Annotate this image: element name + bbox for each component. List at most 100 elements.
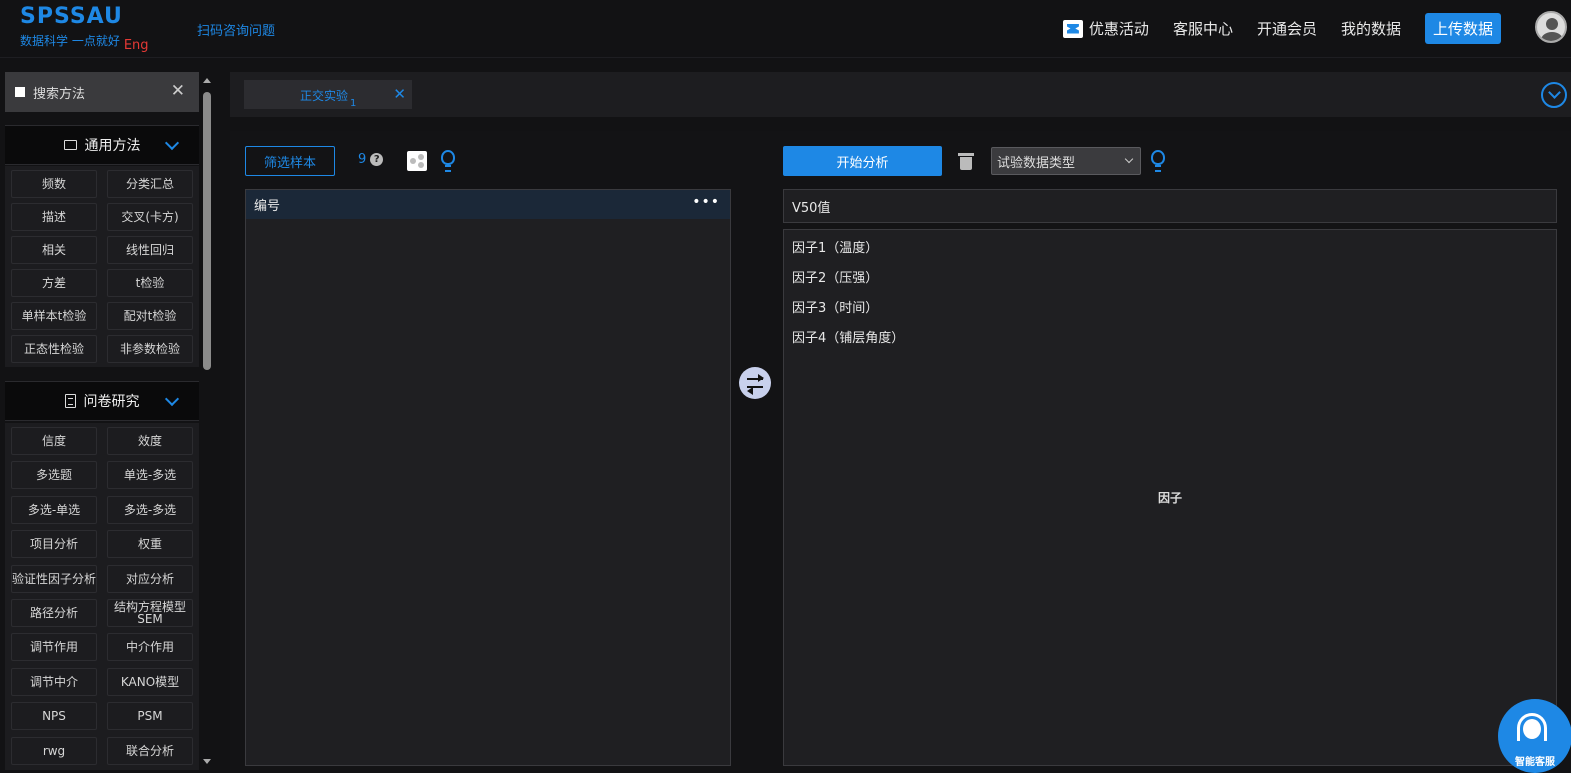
method-button[interactable]: rwg [11,736,97,765]
scan-consult-link[interactable]: 扫码咨询问题 [197,20,275,39]
logo-tagline: 数据科学 一点就好 Eng [20,32,149,53]
factor-item[interactable]: 因子4（铺层角度） [784,321,1556,351]
factor-list: 因子1（温度） 因子2（压强） 因子3（时间） 因子4（铺层角度） [784,230,1556,351]
lightbulb-icon[interactable] [441,150,455,172]
method-button[interactable]: 项目分析 [11,530,97,559]
support-face-icon [1523,719,1541,739]
method-button[interactable]: 路径分析 [11,598,97,627]
sidebar-scrollbar[interactable] [202,72,212,768]
tab-orthogonal-experiment[interactable]: 正交实验 1 ✕ [244,80,412,109]
nav-membership[interactable]: 开通会员 [1257,18,1317,39]
method-button[interactable]: 相关 [11,236,97,264]
nav-promo-label: 优惠活动 [1088,20,1149,38]
general-methods-grid: 频数 分类汇总 描述 交叉(卡方) 相关 线性回归 方差 t检验 单样本t检验 … [5,166,199,367]
sample-count: 9 ? [358,152,384,167]
swap-icon[interactable] [739,367,771,399]
logo-wordmark: SPSSAU [20,4,123,29]
factor-box[interactable]: 因子1（温度） 因子2（压强） 因子3（时间） 因子4（铺层角度） 因子 [783,229,1557,766]
section-general-methods[interactable]: 通用方法 [5,125,199,165]
scroll-down-arrow-icon[interactable] [203,759,211,764]
method-button[interactable]: KANO模型 [107,667,193,696]
method-button[interactable]: 频数 [11,170,97,198]
smart-support-button[interactable]: 智能客服 [1498,699,1571,773]
method-button[interactable]: 方差 [11,269,97,297]
filter-samples-button[interactable]: 筛选样本 [245,146,335,176]
method-button[interactable]: 配对t检验 [107,302,193,330]
scrollbar-thumb[interactable] [203,92,211,370]
method-button[interactable]: 多选题 [11,461,97,490]
start-analysis-button[interactable]: 开始分析 [783,146,942,176]
method-search[interactable]: 搜索方法 ✕ [5,72,199,112]
method-button[interactable]: 中介作用 [107,633,193,662]
method-button[interactable]: 线性回归 [107,236,193,264]
top-bar: SPSSAU 数据科学 一点就好 Eng 扫码咨询问题 优惠活动 客服中心 开通会… [0,0,1571,58]
method-sidebar: 搜索方法 ✕ 通用方法 频数 分类汇总 描述 交叉(卡方) 相关 线性回归 方差… [0,72,214,770]
factor-item[interactable]: 因子2（压强） [784,261,1556,291]
lightbulb-icon[interactable] [1151,150,1165,172]
collapse-icon[interactable] [1541,82,1567,108]
document-icon [64,394,76,408]
help-icon[interactable]: ? [370,153,384,166]
share-icon[interactable] [407,151,427,171]
method-button[interactable]: 单样本t检验 [11,302,97,330]
support-label: 智能客服 [1515,757,1555,768]
section-survey-title: 问卷研究 [83,394,140,410]
nav-my-data[interactable]: 我的数据 [1341,18,1401,39]
method-button[interactable]: 正态性检验 [11,335,97,363]
method-button[interactable]: 调节中介 [11,667,97,696]
method-button[interactable]: 对应分析 [107,564,193,593]
language-switch[interactable]: Eng [124,38,149,53]
variable-list[interactable]: 编号 ••• [245,189,731,766]
data-type-select-value: 试验数据类型 [997,155,1076,171]
method-button[interactable]: NPS [11,702,97,731]
section-survey-research[interactable]: 问卷研究 [5,381,199,421]
nav-service[interactable]: 客服中心 [1173,18,1233,39]
dependent-variable-box[interactable]: V50值 [783,189,1557,223]
method-button[interactable]: 结构方程模型SEM [107,598,193,627]
top-nav: 优惠活动 客服中心 开通会员 我的数据 上传数据 [1062,13,1501,44]
tab-strip: 正交实验 1 ✕ [230,72,1571,117]
method-button[interactable]: PSM [107,702,193,731]
chevron-down-icon[interactable] [164,391,180,407]
data-type-select[interactable]: 试验数据类型 [991,147,1141,175]
close-icon[interactable]: ✕ [393,85,406,103]
sample-count-value: 9 [358,152,367,167]
method-button[interactable]: 单选-多选 [107,461,193,490]
variable-list-item[interactable]: 编号 ••• [246,190,730,219]
nav-promo[interactable]: 优惠活动 [1062,18,1149,39]
close-icon[interactable]: ✕ [171,81,185,101]
method-button[interactable]: 多选-多选 [107,495,193,524]
user-avatar[interactable] [1535,11,1567,43]
chevron-down-icon [1124,154,1134,164]
more-options-icon[interactable]: ••• [692,194,720,210]
section-general-title: 通用方法 [84,138,141,154]
factor-item[interactable]: 因子3（时间） [784,291,1556,321]
variable-name: 编号 [254,199,281,214]
chevron-down-icon[interactable] [164,135,180,151]
method-button[interactable]: 调节作用 [11,633,97,662]
factor-box-caption: 因子 [1157,491,1182,505]
ticket-icon [1062,19,1083,38]
method-button[interactable]: 描述 [11,203,97,231]
method-button[interactable]: 分类汇总 [107,170,193,198]
method-button[interactable]: 权重 [107,530,193,559]
factor-item[interactable]: 因子1（温度） [784,231,1556,261]
logo[interactable]: SPSSAU 数据科学 一点就好 Eng [20,4,149,54]
method-button[interactable]: 效度 [107,427,193,455]
dependent-variable-value: V50值 [792,200,831,216]
method-button[interactable]: 多选-单选 [11,495,97,524]
method-button[interactable]: t检验 [107,269,193,297]
upload-data-button[interactable]: 上传数据 [1424,13,1501,44]
search-box-icon [15,87,25,97]
method-button[interactable]: 联合分析 [107,736,193,765]
folder-icon [63,140,77,150]
trash-icon[interactable] [958,150,974,170]
method-search-label: 搜索方法 [33,86,86,102]
tab-number: 1 [350,98,357,109]
method-button[interactable]: 非参数检验 [107,335,193,363]
scroll-up-arrow-icon[interactable] [203,78,211,83]
logo-tagline-text: 数据科学 一点就好 [20,34,120,48]
method-button[interactable]: 交叉(卡方) [107,203,193,231]
method-button[interactable]: 验证性因子分析 [11,564,97,593]
method-button[interactable]: 信度 [11,427,97,455]
